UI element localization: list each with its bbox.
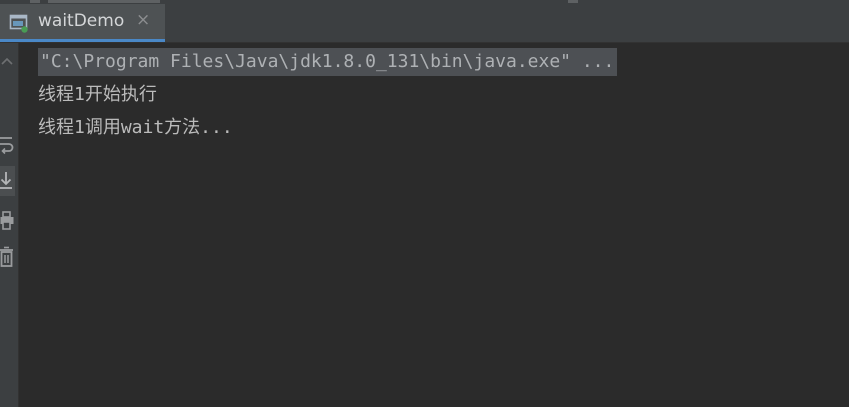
console-toolbar: [0, 43, 19, 407]
console-output-line: 线程1开始执行: [38, 84, 157, 105]
chevron-up-icon[interactable]: [0, 55, 14, 69]
close-icon[interactable]: ×: [136, 10, 150, 30]
title-strip-fragment: [568, 0, 578, 3]
soft-wrap-icon[interactable]: [0, 135, 14, 155]
console-output[interactable]: "C:\Program Files\Java\jdk1.8.0_131\bin\…: [19, 43, 849, 407]
title-strip-fragment: [30, 0, 40, 3]
scroll-to-end-toggle[interactable]: [0, 166, 15, 196]
run-tab-waitdemo[interactable]: waitDemo ×: [0, 4, 165, 42]
clear-all-icon[interactable]: [0, 246, 14, 268]
title-strip-fragment: [48, 0, 160, 3]
console-command-line: "C:\Program Files\Java\jdk1.8.0_131\bin\…: [38, 48, 618, 76]
run-console-icon: [9, 14, 28, 33]
tab-label: waitDemo: [38, 11, 125, 31]
print-icon[interactable]: [0, 211, 14, 231]
scroll-to-end-icon: [0, 172, 12, 189]
console-output-line: 线程1调用wait方法...: [38, 117, 233, 138]
run-tab-bar: waitDemo ×: [0, 4, 849, 43]
